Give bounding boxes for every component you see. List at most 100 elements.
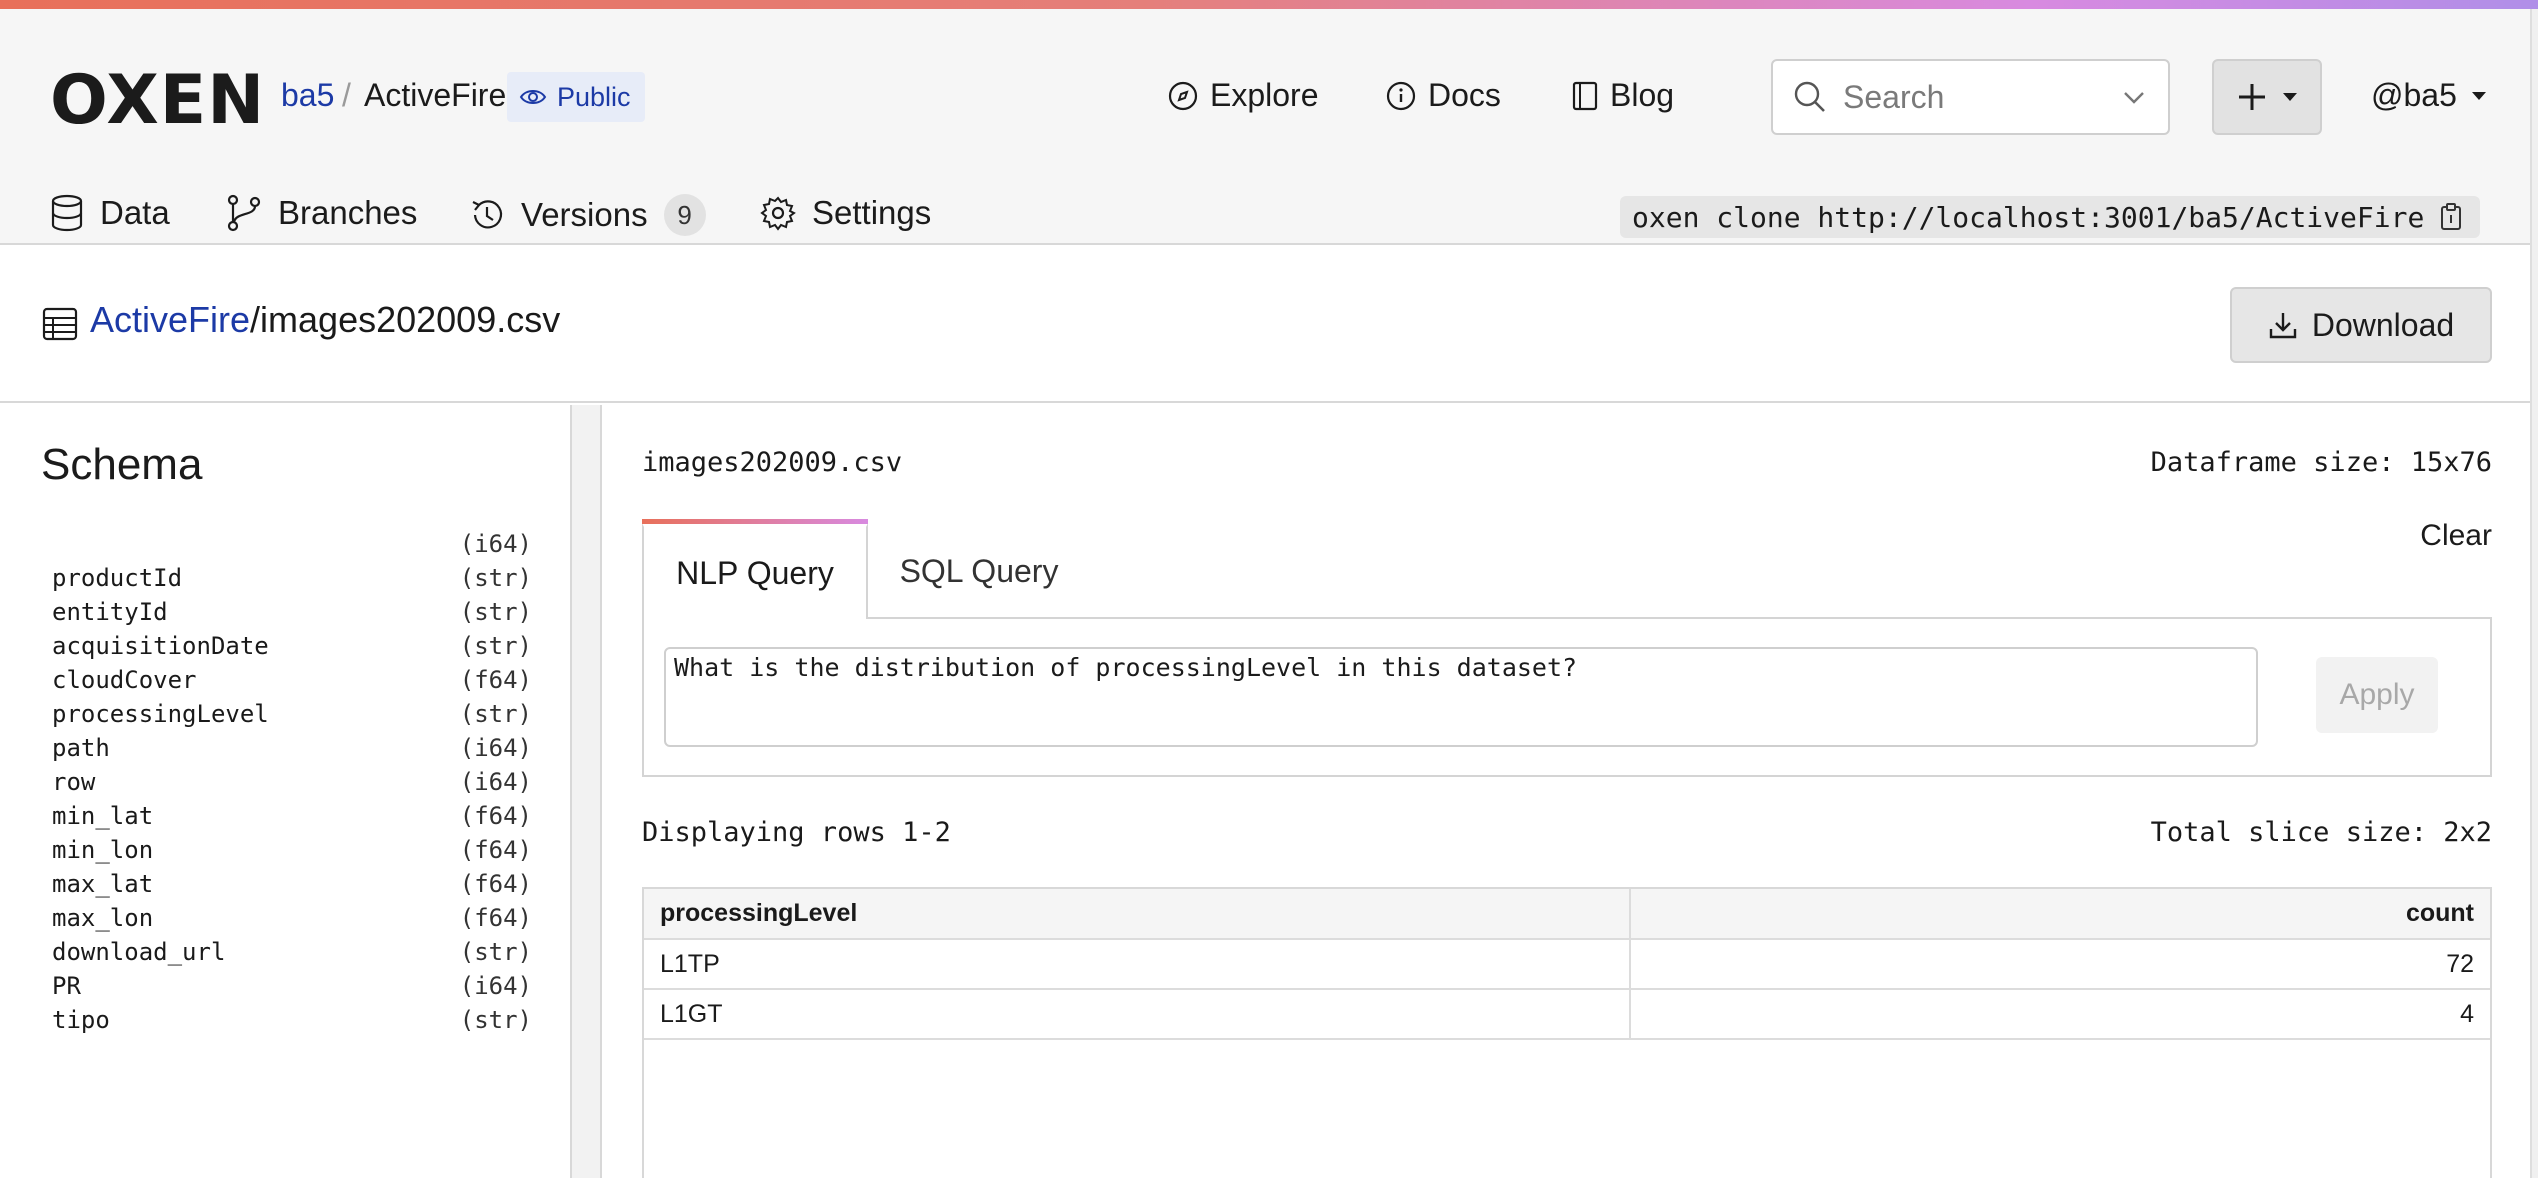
file-breadcrumb-repo[interactable]: ActiveFire bbox=[90, 299, 250, 340]
nlp-query-input[interactable]: What is the distribution of processingLe… bbox=[664, 647, 2258, 747]
file-breadcrumb: ActiveFire/images202009.csv bbox=[90, 299, 560, 341]
git-branch-icon bbox=[227, 194, 261, 232]
search-icon bbox=[1794, 81, 1825, 112]
file-breadcrumb-file: /images202009.csv bbox=[250, 299, 561, 340]
table-row: L1GT 4 bbox=[644, 989, 2490, 1040]
schema-field-name: min_lon bbox=[52, 836, 154, 864]
tab-versions-label: Versions bbox=[521, 196, 648, 233]
table-cell: 72 bbox=[1630, 939, 2490, 990]
schema-field-row: download_url (str) bbox=[52, 935, 532, 969]
schema-field-type: (str) bbox=[459, 938, 532, 966]
table-file-icon bbox=[42, 307, 78, 341]
column-header-processing-level[interactable]: processingLevel bbox=[644, 889, 1631, 940]
schema-field-row: path (i64) bbox=[52, 731, 532, 765]
clipboard-icon[interactable] bbox=[2440, 203, 2462, 231]
schema-field-type: (i64) bbox=[459, 768, 532, 796]
schema-field-name: max_lat bbox=[52, 870, 154, 898]
results-table-container: processingLevel count L1TP 72 L1GT 4 bbox=[642, 887, 2492, 1178]
schema-field-row: entityId (str) bbox=[52, 595, 532, 629]
table-cell: 4 bbox=[1630, 989, 2490, 1040]
breadcrumb-separator: / bbox=[342, 77, 351, 113]
schema-field-name: acquisitionDate bbox=[52, 632, 269, 660]
schema-panel: Schema (i64) productId (str) entityId (str) a… bbox=[0, 405, 572, 1178]
tab-versions[interactable]: Versions 9 bbox=[469, 194, 706, 236]
compass-icon bbox=[1168, 81, 1198, 110]
schema-field-name: productId bbox=[52, 564, 183, 592]
schema-field-type: (f64) bbox=[459, 802, 532, 830]
tab-sql-query[interactable]: SQL Query bbox=[868, 523, 1090, 619]
info-icon bbox=[1386, 81, 1416, 110]
clone-command-box[interactable]: oxen clone http://localhost:3001/ba5/Act… bbox=[1620, 196, 2480, 238]
table-cell: L1GT bbox=[644, 989, 1631, 1040]
schema-field-row: productId (str) bbox=[52, 561, 532, 595]
oxen-logo[interactable]: OXEN bbox=[50, 61, 265, 140]
nav-explore[interactable]: Explore bbox=[1168, 77, 1319, 114]
dataframe-file-name: images202009.csv bbox=[642, 447, 903, 478]
file-path-bar: ActiveFire/images202009.csv Download bbox=[0, 247, 2530, 403]
schema-field-name: PR bbox=[52, 972, 81, 1000]
dataframe-size: Dataframe size: 15x76 bbox=[2150, 447, 2492, 478]
schema-field-type: (f64) bbox=[459, 870, 532, 898]
tab-settings[interactable]: Settings bbox=[760, 194, 931, 232]
search-box[interactable] bbox=[1771, 59, 2170, 135]
nav-explore-label: Explore bbox=[1210, 77, 1319, 113]
chevron-down-icon[interactable] bbox=[2120, 83, 2148, 111]
schema-field-row: cloudCover (f64) bbox=[52, 663, 532, 697]
results-table: processingLevel count L1TP 72 L1GT 4 bbox=[644, 889, 2490, 1040]
download-icon bbox=[2269, 313, 2297, 339]
create-new-button[interactable] bbox=[2212, 59, 2322, 135]
schema-field-name: path bbox=[52, 734, 110, 762]
user-name: @ba5 bbox=[2371, 77, 2457, 113]
schema-field-row: tipo (str) bbox=[52, 1003, 532, 1037]
schema-field-name: cloudCover bbox=[52, 666, 197, 694]
schema-field-type: (i64) bbox=[459, 734, 532, 762]
tab-branches[interactable]: Branches bbox=[226, 194, 417, 232]
journal-icon bbox=[1572, 81, 1598, 110]
user-menu[interactable]: @ba5 bbox=[2371, 77, 2487, 114]
header: OXEN ba5 / ActiveFire Public Explore Doc… bbox=[0, 9, 2530, 253]
schema-field-name: min_lat bbox=[52, 802, 154, 830]
nav-docs[interactable]: Docs bbox=[1386, 77, 1501, 114]
schema-field-type: (f64) bbox=[459, 836, 532, 864]
schema-field-row: acquisitionDate (str) bbox=[52, 629, 532, 663]
tab-nlp-query[interactable]: NLP Query bbox=[642, 523, 868, 619]
schema-field-type: (f64) bbox=[459, 666, 532, 694]
gear-icon bbox=[760, 196, 796, 231]
schema-title: Schema bbox=[41, 440, 203, 489]
window-right-edge bbox=[2530, 9, 2538, 1178]
nav-blog-label: Blog bbox=[1610, 77, 1675, 113]
schema-field-row: max_lon (f64) bbox=[52, 901, 532, 935]
breadcrumb-repo[interactable]: ActiveFire bbox=[364, 77, 506, 114]
query-box: What is the distribution of processingLe… bbox=[642, 617, 2492, 777]
schema-field-row: PR (i64) bbox=[52, 969, 532, 1003]
schema-field-type: (str) bbox=[459, 564, 532, 592]
schema-field-name: processingLevel bbox=[52, 700, 269, 728]
caret-down-icon bbox=[2471, 91, 2486, 100]
table-header-row: processingLevel count bbox=[644, 889, 2490, 940]
caret-down-icon bbox=[2283, 93, 2297, 101]
nav-docs-label: Docs bbox=[1428, 77, 1501, 113]
visibility-badge: Public bbox=[507, 72, 645, 122]
panel-resize-handle[interactable] bbox=[572, 405, 602, 1178]
schema-field-type: (str) bbox=[459, 632, 532, 660]
database-icon bbox=[51, 194, 83, 232]
clear-button[interactable]: Clear bbox=[2420, 519, 2492, 553]
schema-field-type: (f64) bbox=[459, 904, 532, 932]
schema-field-name: download_url bbox=[52, 938, 226, 966]
breadcrumb-owner[interactable]: ba5 bbox=[281, 77, 334, 114]
download-button[interactable]: Download bbox=[2230, 287, 2492, 363]
table-cell: L1TP bbox=[644, 939, 1631, 990]
search-input[interactable] bbox=[1843, 78, 2093, 116]
plus-icon bbox=[2239, 84, 2265, 110]
schema-field-type: (str) bbox=[459, 598, 532, 626]
schema-field-type: (str) bbox=[459, 1006, 532, 1034]
nav-blog[interactable]: Blog bbox=[1572, 77, 1674, 114]
history-icon bbox=[472, 200, 503, 229]
schema-field-name: max_lon bbox=[52, 904, 154, 932]
column-header-count[interactable]: count bbox=[1630, 889, 2490, 940]
apply-button[interactable]: Apply bbox=[2316, 657, 2438, 733]
schema-field-name: tipo bbox=[52, 1006, 110, 1034]
tab-data[interactable]: Data bbox=[50, 194, 170, 232]
active-query-tab-indicator bbox=[642, 519, 868, 524]
visibility-label: Public bbox=[557, 81, 631, 112]
